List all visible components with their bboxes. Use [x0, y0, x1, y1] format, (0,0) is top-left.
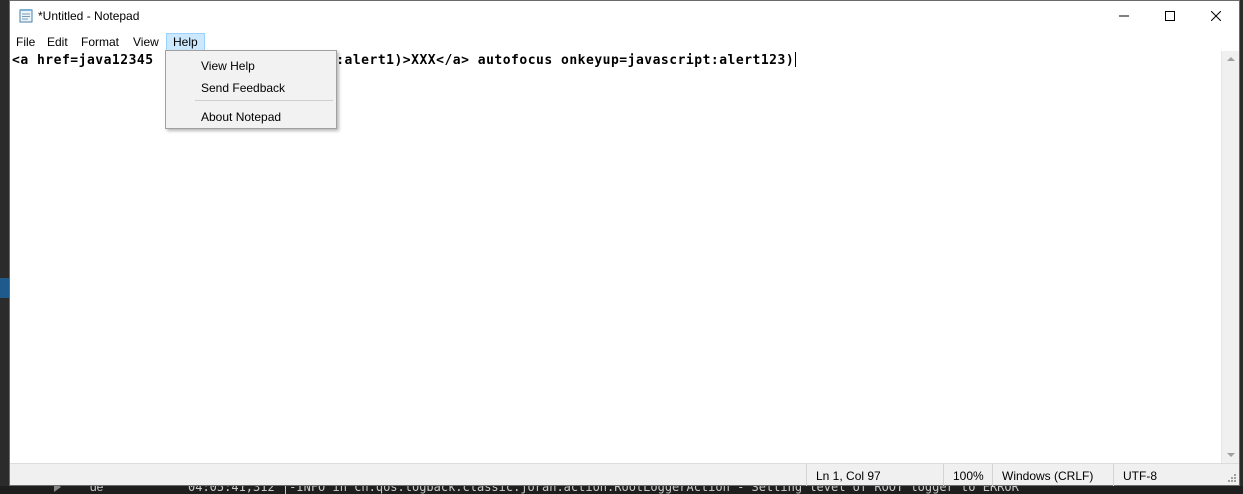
play-icon: [54, 486, 61, 492]
menu-item-send-feedback[interactable]: Send Feedback: [167, 76, 335, 98]
menu-help[interactable]: Help: [166, 33, 205, 51]
status-cursor-position: Ln 1, Col 97: [806, 464, 943, 486]
minimize-icon: [1119, 15, 1129, 17]
background-window-edge: [0, 278, 9, 298]
menu-separator: [195, 100, 333, 101]
status-encoding: UTF-8: [1113, 464, 1223, 486]
editor-text-end: cript:alert1)>XXX</a> autofocus onkeyup=…: [294, 53, 795, 68]
menu-file[interactable]: File: [10, 33, 41, 51]
menu-view[interactable]: View: [127, 33, 165, 51]
background-terminal: de 04:05:41,312 |-INFO in ch.qos.logback…: [0, 486, 1243, 494]
scroll-up-icon[interactable]: [1227, 57, 1235, 61]
maximize-icon: [1165, 11, 1175, 21]
editor-content[interactable]: <a href=java12345 cript:alert1)>XXX</a> a…: [12, 52, 797, 68]
help-menu-dropdown: View Help Send Feedback About Notepad: [165, 50, 337, 129]
minimize-button[interactable]: [1101, 1, 1147, 31]
close-icon: [1211, 11, 1221, 21]
menu-item-about-notepad[interactable]: About Notepad: [167, 105, 335, 127]
status-line-endings: Windows (CRLF): [992, 464, 1113, 486]
status-bar: Ln 1, Col 97 100% Windows (CRLF) UTF-8: [10, 463, 1239, 486]
notepad-icon: [19, 9, 33, 23]
menu-edit[interactable]: Edit: [41, 33, 74, 51]
menu-bar: File Edit Format View Help: [10, 31, 1239, 51]
maximize-button[interactable]: [1147, 1, 1193, 31]
close-button[interactable]: [1193, 1, 1239, 31]
menu-item-view-help[interactable]: View Help: [167, 54, 335, 76]
background-terminal-log: 04:05:41,312 |-INFO in ch.qos.logback.cl…: [188, 486, 1019, 494]
menu-format[interactable]: Format: [75, 33, 125, 51]
resize-grip-icon[interactable]: [1227, 473, 1237, 483]
window-title: *Untitled - Notepad: [38, 9, 140, 23]
background-terminal-label: de: [90, 486, 104, 494]
text-caret: [795, 52, 797, 67]
editor-text-start: <a href=java12345: [12, 53, 154, 68]
title-bar[interactable]: *Untitled - Notepad: [10, 1, 1239, 31]
vertical-scrollbar[interactable]: [1221, 51, 1239, 463]
scroll-down-icon[interactable]: [1227, 453, 1235, 457]
status-zoom: 100%: [943, 464, 992, 486]
